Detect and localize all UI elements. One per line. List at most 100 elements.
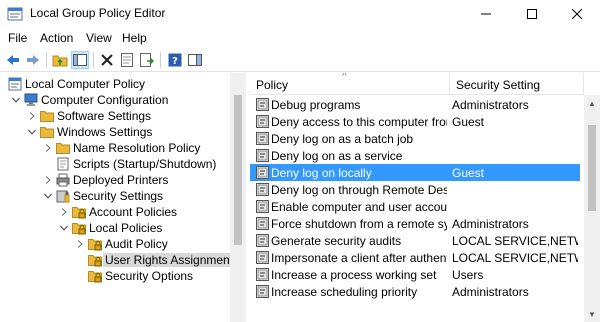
menu-file[interactable]: File [8, 31, 27, 45]
policy-setting-icon [256, 149, 269, 162]
toolbar: ? [0, 48, 600, 72]
list-scrollbar-thumb[interactable] [588, 125, 596, 211]
folder-icon [40, 125, 54, 139]
toolbar-separator [160, 52, 161, 68]
policy-security-setting: Administrators [452, 285, 529, 299]
tree-scrollbar-thumb[interactable] [234, 95, 242, 245]
tree-item-label: Account Policies [89, 205, 178, 219]
delete-button[interactable] [98, 51, 116, 69]
help-icon: ? [168, 53, 182, 67]
column-header-policy[interactable]: ^ Policy [250, 73, 450, 95]
show-hide-action-pane-button[interactable] [186, 51, 204, 69]
tree-item[interactable]: Account Policies [0, 204, 245, 220]
chevron-down-icon[interactable] [59, 222, 69, 234]
back-button[interactable] [4, 51, 22, 69]
back-icon [7, 55, 19, 65]
console-tree[interactable]: Local Computer Policy Computer Configurat… [0, 73, 246, 322]
policy-row[interactable]: Enable computer and user accounts... [250, 198, 580, 215]
policy-row[interactable]: Debug programs Administrators [250, 96, 580, 113]
chevron-right-icon[interactable] [43, 142, 53, 154]
policy-row[interactable]: Increase a process working set Users [250, 266, 580, 283]
forward-button[interactable] [24, 51, 42, 69]
toolbar-separator [93, 52, 94, 68]
scripts-icon [56, 157, 70, 171]
menu-help[interactable]: Help [122, 31, 147, 45]
tree-item[interactable]: Windows Settings [0, 124, 245, 140]
tree-item-label: Windows Settings [57, 125, 153, 139]
tree-item[interactable]: Local Policies [0, 220, 245, 236]
chevron-right-icon[interactable] [43, 174, 53, 186]
column-header-policy-label: Policy [256, 78, 289, 92]
tree-item-label: User Rights Assignment [103, 253, 236, 267]
tree-item-label: Local Policies [89, 221, 163, 235]
policy-name: Impersonate a client after authentic... [271, 251, 447, 265]
menu-bar: File Action View Help [0, 28, 600, 48]
list-scrollbar[interactable]: ▲ ▼ [584, 95, 600, 322]
menu-view[interactable]: View [86, 31, 112, 45]
chevron-right-icon[interactable] [27, 110, 37, 122]
policy-row[interactable]: Deny log on locally Guest [250, 164, 580, 181]
policy-name: Enable computer and user accounts... [271, 200, 447, 214]
security-icon [56, 189, 70, 203]
tree-item[interactable]: Scripts (Startup/Shutdown) [0, 156, 245, 172]
tree-item-label: Deployed Printers [73, 173, 169, 187]
policy-row[interactable]: Deny log on as a service [250, 147, 580, 164]
chevron-down-icon[interactable] [27, 126, 37, 138]
policy-security-setting: Administrators [452, 98, 529, 112]
tree-item[interactable]: User Rights Assignment [0, 252, 245, 268]
policy-security-setting: Administrators [452, 217, 529, 231]
policy-row[interactable]: Generate security audits LOCAL SERVICE,NE… [250, 232, 580, 249]
policy-row[interactable]: Impersonate a client after authentic... L… [250, 249, 580, 266]
policy-row[interactable]: Deny log on through Remote Deskt... [250, 181, 580, 198]
help-button[interactable]: ? [166, 51, 184, 69]
tree-item[interactable]: Computer Configuration [0, 92, 245, 108]
tree-item-label: Local Computer Policy [25, 77, 146, 91]
forward-icon [27, 55, 39, 65]
policy-name: Deny log on through Remote Deskt... [271, 183, 447, 197]
maximize-icon [527, 9, 537, 19]
scroll-up-arrow-icon[interactable]: ▲ [587, 98, 597, 108]
policy-name: Increase scheduling priority [271, 285, 418, 299]
policy-name: Generate security audits [271, 234, 402, 248]
toolbar-separator [46, 52, 47, 68]
policy-row[interactable]: Deny log on as a batch job [250, 130, 580, 147]
tree-item[interactable]: Security Settings [0, 188, 245, 204]
column-header-security-setting[interactable]: Security Setting [450, 73, 584, 95]
chevron-right-icon[interactable] [75, 238, 85, 250]
scroll-down-arrow-icon[interactable]: ▼ [587, 309, 597, 319]
policy-setting-icon [256, 183, 269, 196]
lockfolder-icon [72, 205, 86, 219]
close-button[interactable] [554, 0, 600, 28]
tree-item[interactable]: Software Settings [0, 108, 245, 124]
show-hide-tree-button[interactable] [71, 51, 89, 69]
tree-item-label: Security Options [105, 269, 194, 283]
tree-item-label: Name Resolution Policy [73, 141, 201, 155]
tree-item-label: Audit Policy [105, 237, 168, 251]
tree-item[interactable]: Audit Policy [0, 236, 245, 252]
delete-icon [101, 54, 113, 66]
policy-name: Deny access to this computer from ... [271, 115, 447, 129]
policy-setting-icon [256, 200, 269, 213]
up-folder-button[interactable] [51, 51, 69, 69]
folder-icon [56, 141, 70, 155]
chevron-right-icon[interactable] [59, 206, 69, 218]
menu-action[interactable]: Action [40, 31, 73, 45]
policy-setting-icon [256, 132, 269, 145]
tree-item[interactable]: Security Options [0, 268, 245, 284]
policy-row[interactable]: Force shutdown from a remote syst... Admi… [250, 215, 580, 232]
policy-row[interactable]: Increase scheduling priority Administrato… [250, 283, 580, 300]
properties-button[interactable] [118, 51, 136, 69]
lockfolder-icon [88, 253, 102, 267]
tree-item[interactable]: Name Resolution Policy [0, 140, 245, 156]
lockfolder-icon [88, 269, 102, 283]
chevron-down-icon[interactable] [43, 190, 53, 202]
minimize-button[interactable] [463, 0, 509, 28]
close-icon [572, 9, 582, 19]
export-list-button[interactable] [138, 51, 156, 69]
policy-row[interactable]: Deny access to this computer from ... Gue… [250, 113, 580, 130]
chevron-down-icon[interactable] [11, 94, 21, 106]
tree-item[interactable]: Local Computer Policy [0, 76, 245, 92]
tree-scrollbar[interactable] [230, 73, 246, 322]
maximize-button[interactable] [509, 0, 555, 28]
tree-item[interactable]: Deployed Printers [0, 172, 245, 188]
